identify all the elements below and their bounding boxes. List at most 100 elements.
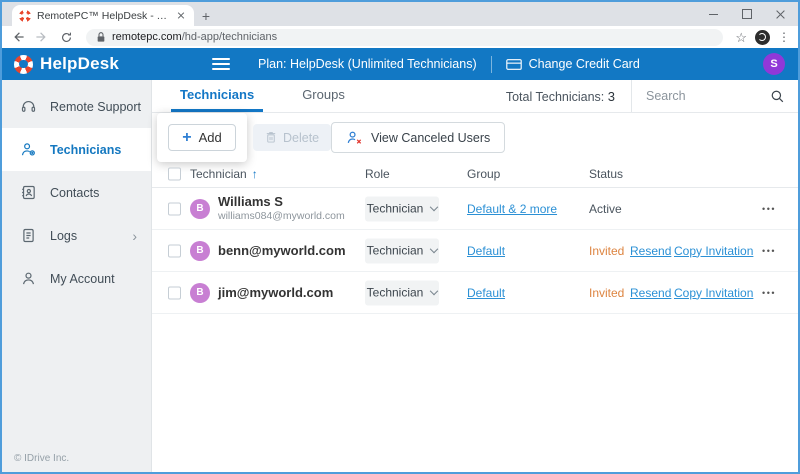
tab-groups[interactable]: Groups: [293, 80, 354, 112]
technicians-icon: [20, 141, 37, 158]
total-count: 3: [608, 89, 615, 104]
technician-email: williams084@myworld.com: [218, 210, 345, 224]
forward-icon[interactable]: [34, 29, 50, 45]
copyright-text: © IDrive Inc.: [14, 453, 69, 464]
total-technicians: Total Technicians: 3: [506, 89, 615, 104]
sidebar-label: Technicians: [50, 143, 121, 157]
row-checkbox[interactable]: [168, 286, 181, 299]
row-checkbox[interactable]: [168, 202, 181, 215]
restore-icon[interactable]: [730, 2, 764, 26]
browser-menu-icon[interactable]: ⋮: [778, 31, 790, 43]
browser-tab[interactable]: RemotePC™ HelpDesk - Technicia: [12, 5, 194, 26]
technician-name: jim@myworld.com: [218, 284, 333, 300]
technician-name: Williams S: [218, 194, 345, 210]
search-input[interactable]: [632, 89, 770, 103]
padlock-icon: [96, 31, 106, 43]
resend-link[interactable]: Resend: [630, 286, 671, 300]
credit-card-icon: [506, 58, 522, 71]
sidebar-label: My Account: [50, 272, 115, 286]
bookmark-star-icon[interactable]: ☆: [735, 31, 747, 44]
actions-toolbar: + Add Delete View Canceled Users: [152, 113, 798, 161]
sidebar-label: Contacts: [50, 186, 99, 200]
close-icon[interactable]: [764, 2, 798, 26]
refresh-icon[interactable]: [58, 29, 74, 45]
status-active: Active: [589, 202, 622, 216]
browser-window: RemotePC™ HelpDesk - Technicia + remotep…: [0, 0, 800, 474]
view-canceled-users-button[interactable]: View Canceled Users: [331, 122, 505, 153]
sidebar-item-logs[interactable]: Logs ›: [2, 214, 151, 257]
browser-tab-strip: RemotePC™ HelpDesk - Technicia +: [2, 2, 798, 26]
group-link[interactable]: Default: [467, 286, 505, 300]
add-button[interactable]: + Add: [168, 124, 235, 151]
copy-invitation-link[interactable]: Copy Invitation: [674, 244, 753, 258]
change-credit-card-button[interactable]: Change Credit Card: [506, 57, 640, 71]
table-row: B benn@myworld.com Technician Default In…: [152, 230, 798, 272]
content-tab-bar: Technicians Groups Total Technicians: 3: [152, 80, 798, 113]
column-technician[interactable]: Technician↑: [190, 167, 258, 181]
column-status: Status: [589, 167, 623, 181]
group-link[interactable]: Default & 2 more: [467, 202, 557, 216]
helpdesk-logo-icon: [14, 55, 33, 74]
chevron-down-icon: [430, 203, 438, 211]
brand-name: HelpDesk: [40, 54, 119, 74]
plus-icon: +: [182, 132, 191, 144]
delete-button[interactable]: Delete: [253, 124, 331, 151]
table-row: B jim@myworld.com Technician Default Inv…: [152, 272, 798, 314]
back-icon[interactable]: [10, 29, 26, 45]
sidebar-label: Logs: [50, 229, 77, 243]
person-icon: [20, 270, 37, 287]
main-content: Technicians Groups Total Technicians: 3 …: [152, 80, 798, 472]
sidebar-item-contacts[interactable]: Contacts: [2, 171, 151, 214]
column-role: Role: [365, 167, 390, 181]
hamburger-menu-icon[interactable]: [212, 58, 230, 70]
row-menu-icon[interactable]: •••: [762, 288, 776, 298]
sidebar-item-technicians[interactable]: Technicians: [2, 128, 151, 171]
row-menu-icon[interactable]: •••: [762, 204, 776, 214]
canceled-user-icon: [346, 130, 363, 145]
account-avatar[interactable]: S: [763, 53, 785, 75]
tab-title: RemotePC™ HelpDesk - Technicia: [37, 10, 169, 22]
technician-name: benn@myworld.com: [218, 242, 346, 258]
row-checkbox[interactable]: [168, 244, 181, 257]
site-favicon-icon: [19, 10, 31, 22]
role-dropdown[interactable]: Technician: [365, 280, 439, 305]
role-dropdown[interactable]: Technician: [365, 238, 439, 263]
add-button-highlight-card: + Add: [157, 113, 247, 162]
sort-asc-icon: ↑: [252, 167, 258, 181]
app-header: HelpDesk Plan: HelpDesk (Unlimited Techn…: [2, 48, 798, 80]
change-credit-card-label: Change Credit Card: [529, 57, 640, 71]
new-tab-button[interactable]: +: [194, 5, 218, 26]
browser-toolbar: remotepc.com/hd-app/technicians ☆ ⋮: [2, 26, 798, 48]
helpdesk-logo[interactable]: HelpDesk: [14, 54, 200, 74]
resend-link[interactable]: Resend: [630, 244, 671, 258]
sidebar-item-remote-support[interactable]: Remote Support: [2, 85, 151, 128]
avatar: B: [190, 241, 210, 261]
chevron-down-icon: [430, 287, 438, 295]
logs-icon: [20, 227, 37, 244]
column-group: Group: [467, 167, 500, 181]
tab-technicians[interactable]: Technicians: [171, 80, 263, 112]
technician-name-cell: Williams S williams084@myworld.com: [218, 194, 345, 224]
copy-invitation-link[interactable]: Copy Invitation: [674, 286, 753, 300]
role-dropdown[interactable]: Technician: [365, 196, 439, 221]
window-controls: [696, 2, 798, 26]
contacts-icon: [20, 184, 37, 201]
tab-close-icon[interactable]: [175, 10, 187, 22]
sidebar-item-my-account[interactable]: My Account: [2, 257, 151, 300]
row-menu-icon[interactable]: •••: [762, 246, 776, 256]
minimize-icon[interactable]: [696, 2, 730, 26]
sidebar: Remote Support Technicians Contacts Logs…: [2, 80, 152, 472]
status-invited: Invited: [589, 286, 624, 300]
avatar: B: [190, 283, 210, 303]
sidebar-label: Remote Support: [50, 100, 141, 114]
group-link[interactable]: Default: [467, 244, 505, 258]
address-bar[interactable]: remotepc.com/hd-app/technicians: [86, 29, 723, 46]
url-text: remotepc.com/hd-app/technicians: [112, 31, 277, 43]
status-invited: Invited: [589, 244, 624, 258]
search-icon[interactable]: [770, 89, 785, 104]
table-row: B Williams S williams084@myworld.com Tec…: [152, 188, 798, 230]
table-header: Technician↑ Role Group Status: [152, 161, 798, 188]
select-all-checkbox[interactable]: [168, 168, 181, 181]
chevron-right-icon: ›: [132, 228, 137, 244]
browser-profile-avatar[interactable]: [755, 30, 770, 45]
